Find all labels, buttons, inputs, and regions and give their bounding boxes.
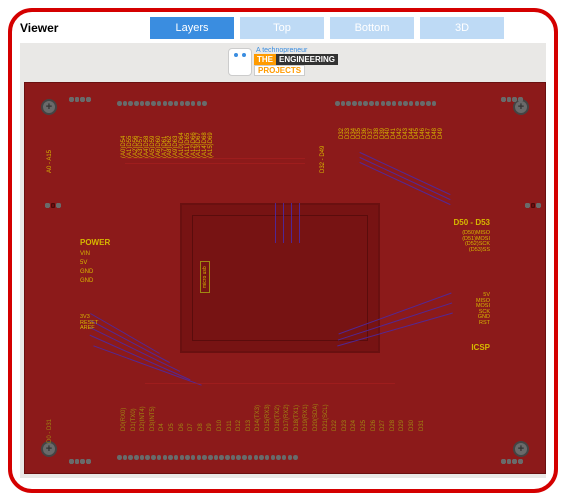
label-d32-d49: D32 - D49: [320, 146, 326, 173]
screw-hole-bl: [41, 441, 57, 457]
app-frame: Viewer Layers Top Bottom 3D A technopren…: [8, 8, 558, 493]
labels-icsp: 5V MISO MOSI SCK GND RST: [476, 293, 490, 326]
robot-icon: [228, 48, 252, 76]
label-gnd2: GND: [80, 278, 93, 284]
brand-box: THE ENGINEERING: [254, 54, 338, 65]
label-d0-d31: D0 - D31: [47, 419, 53, 443]
tab-top[interactable]: Top: [240, 17, 324, 39]
tab-bar: Layers Top Bottom 3D: [150, 17, 546, 39]
logo-strip: A technopreneur THE ENGINEERING PROJECTS: [20, 43, 546, 82]
micro-usb-label: micro usb: [200, 261, 210, 293]
brand-the: THE: [254, 54, 276, 65]
label-vin: VIN: [80, 251, 90, 257]
label-gnd: GND: [80, 269, 93, 275]
label-a0-a15: A0 - A15: [47, 150, 53, 173]
mcu-inner: [192, 215, 368, 341]
tab-3d[interactable]: 3D: [420, 17, 504, 39]
label-d50-d53: D50 - D53: [454, 218, 490, 227]
brand-engineering: ENGINEERING: [276, 54, 338, 65]
screw-hole-tl: [41, 99, 57, 115]
label-power: POWER: [80, 238, 110, 247]
label-5v: 5V: [80, 260, 87, 266]
mcu-outline: [180, 203, 380, 353]
brand-projects: PROJECTS: [254, 65, 305, 76]
label-icsp: ICSP: [471, 343, 490, 352]
tagline: A technopreneur: [256, 47, 338, 54]
tab-bottom[interactable]: Bottom: [330, 17, 414, 39]
screw-hole-br: [513, 441, 529, 457]
panel-title: Viewer: [20, 21, 140, 35]
logo-row: A technopreneur THE ENGINEERING PROJECTS: [20, 47, 546, 76]
label-pwr-extra: 3V3 RESET AREF: [80, 315, 98, 332]
pcb-board: micro usb: [24, 82, 546, 474]
labels-spi: (D50)MISO (D51)MOSI (D52)SCK (D53)SS: [462, 231, 490, 253]
top-bar: Viewer Layers Top Bottom 3D: [20, 17, 546, 39]
tab-layers[interactable]: Layers: [150, 17, 234, 39]
pcb-viewport[interactable]: micro usb: [20, 82, 546, 478]
